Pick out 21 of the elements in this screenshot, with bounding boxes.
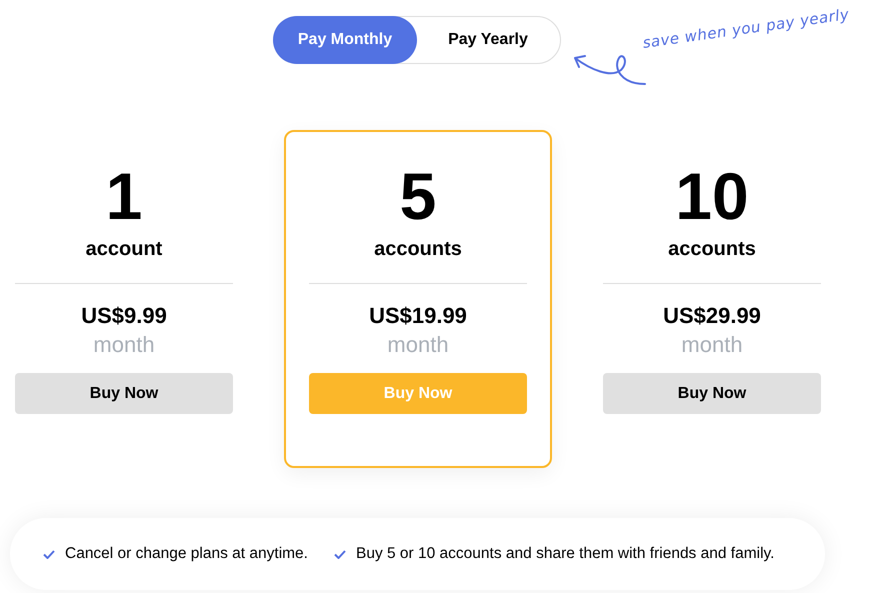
buy-now-button[interactable]: Buy Now <box>15 373 233 414</box>
billing-tab[interactable]: Pay Yearly <box>416 16 560 64</box>
account-label: accounts <box>668 238 756 261</box>
account-count: 5 <box>400 160 436 232</box>
benefit-text: Cancel or change plans at anytime. <box>65 545 308 563</box>
billing-tab[interactable]: Pay Monthly <box>273 16 417 64</box>
benefit-text: Buy 5 or 10 accounts and share them with friends and family. <box>356 545 774 563</box>
account-label: account <box>86 238 162 261</box>
buy-now-button[interactable]: Buy Now <box>603 373 821 414</box>
billing-period: month <box>387 331 449 359</box>
annotation-text: save when you pay yearly <box>642 5 850 52</box>
check-icon <box>43 550 55 558</box>
plan-price: US$29.99 <box>663 302 761 330</box>
account-count: 1 <box>106 160 142 232</box>
billing-period: month <box>93 331 155 359</box>
check-icon <box>334 550 346 558</box>
account-label: accounts <box>374 238 462 261</box>
plan-price: US$19.99 <box>369 302 467 330</box>
billing-period: month <box>681 331 743 359</box>
account-count: 10 <box>675 160 749 232</box>
plan-price: US$9.99 <box>81 302 167 330</box>
